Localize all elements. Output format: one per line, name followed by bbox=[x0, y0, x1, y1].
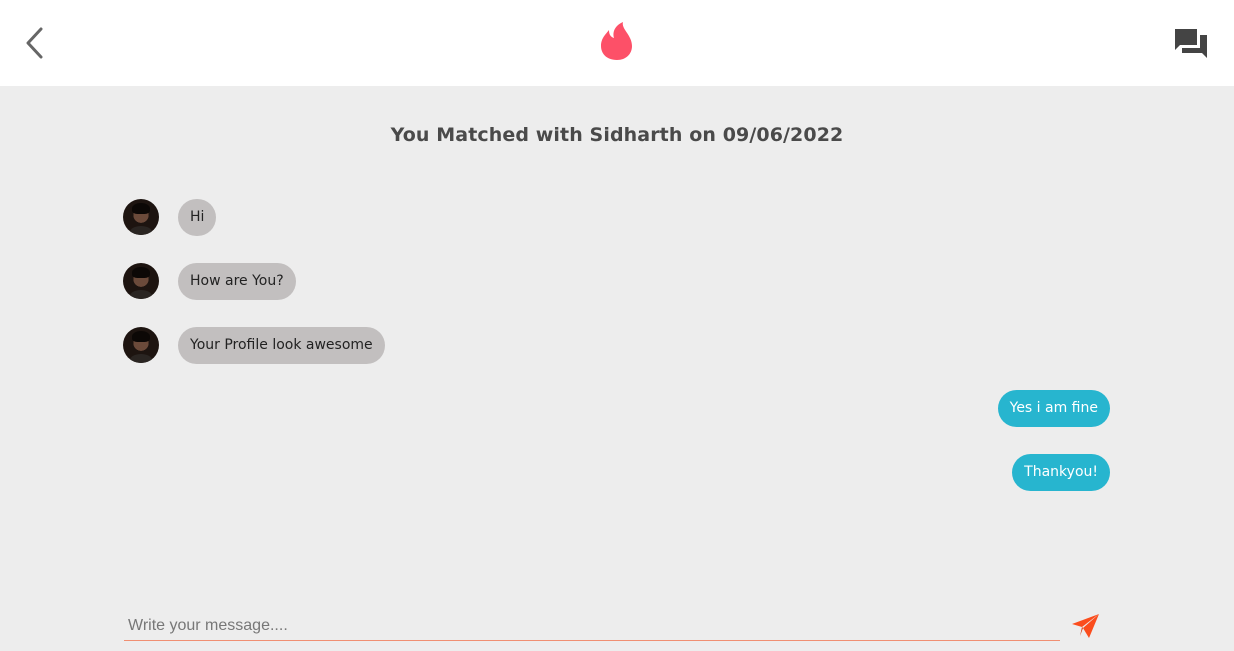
message-sent: Yes i am fine bbox=[997, 390, 1110, 427]
chevron-left-icon bbox=[26, 27, 43, 59]
message-received: Your Profile look awesome bbox=[123, 326, 385, 364]
message-bubble: Hi bbox=[178, 198, 217, 236]
back-button[interactable] bbox=[20, 26, 50, 60]
message-input[interactable] bbox=[124, 612, 1060, 640]
forum-icon bbox=[1175, 29, 1207, 58]
message-received: How are You? bbox=[123, 262, 296, 300]
avatar[interactable] bbox=[123, 327, 159, 363]
message-composer bbox=[124, 612, 1060, 641]
message-bubble: Your Profile look awesome bbox=[178, 326, 385, 364]
messages-button[interactable] bbox=[1173, 27, 1209, 59]
paper-plane-icon bbox=[1072, 614, 1099, 638]
flame-icon bbox=[601, 22, 632, 60]
message-received: Hi bbox=[123, 198, 217, 236]
message-bubble: How are You? bbox=[178, 262, 296, 300]
avatar[interactable] bbox=[123, 199, 159, 235]
avatar[interactable] bbox=[123, 263, 159, 299]
send-button[interactable] bbox=[1070, 612, 1102, 640]
match-banner: You Matched with Sidharth on 09/06/2022 bbox=[390, 124, 844, 146]
message-sent: Thankyou! bbox=[1012, 454, 1110, 491]
app-logo[interactable] bbox=[598, 21, 636, 61]
top-bar bbox=[0, 0, 1234, 86]
